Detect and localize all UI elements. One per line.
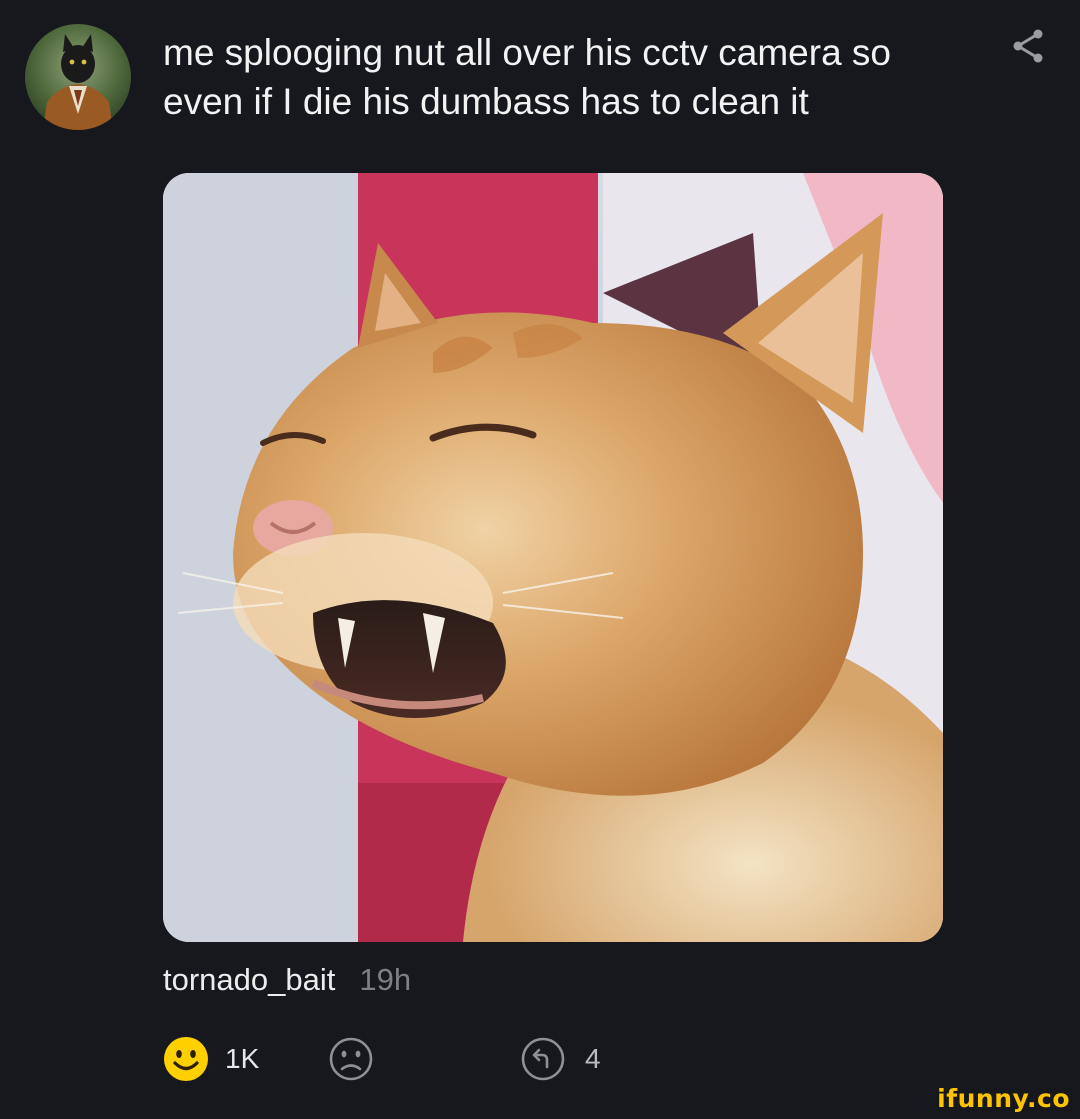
smile-button[interactable] [163, 1036, 209, 1082]
avatar-image [25, 24, 131, 130]
username-link[interactable]: tornado_bait [163, 962, 335, 997]
unsmile-icon [329, 1037, 373, 1081]
reply-button[interactable] [520, 1036, 566, 1082]
cat-photo [163, 173, 943, 942]
smile-count: 1K [225, 1043, 260, 1074]
post-meta: tornado_bait 19h [163, 962, 411, 998]
reply-icon [521, 1037, 565, 1081]
ifunny-watermark: ifunny.co [937, 1084, 1070, 1113]
replies-count: 4 [585, 1043, 601, 1074]
post-time: 19h [359, 962, 412, 997]
user-avatar[interactable] [25, 24, 131, 130]
smile-icon [164, 1037, 208, 1081]
unsmile-button[interactable] [328, 1036, 374, 1082]
comment-text: me splooging nut all over his cctv camer… [163, 32, 892, 122]
share-icon[interactable] [1010, 28, 1046, 64]
post-image[interactable] [163, 173, 943, 942]
